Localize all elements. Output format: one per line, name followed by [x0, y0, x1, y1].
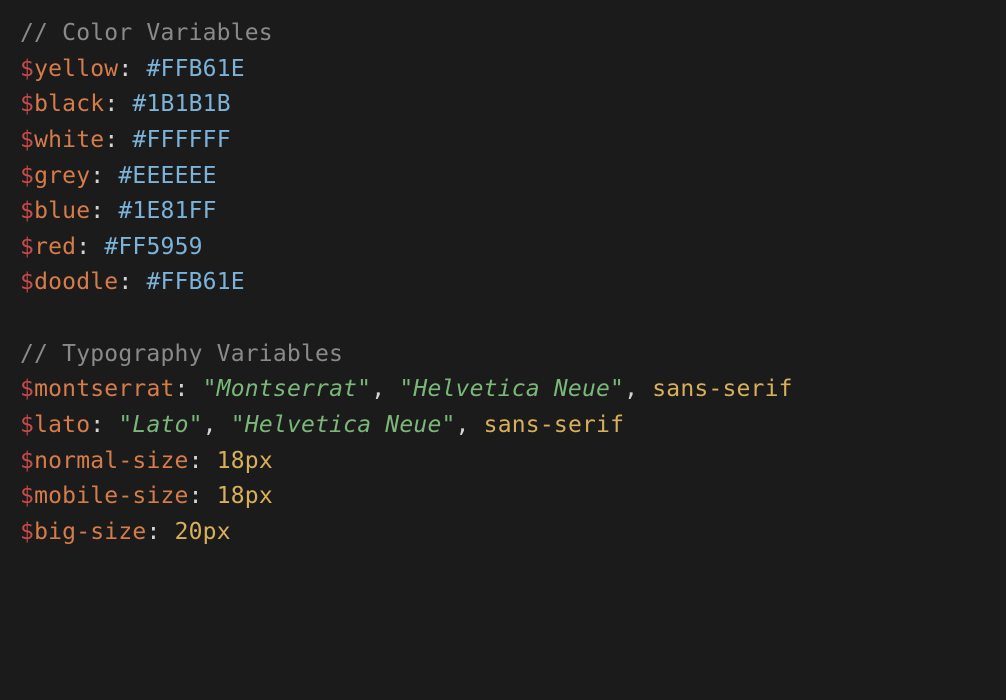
code-block: // Color Variables$yellow: #FFB61E$black… — [20, 16, 986, 551]
code-line: $red: #FF5959 — [20, 230, 986, 266]
code-line: $black: #1B1B1B — [20, 87, 986, 123]
variable-name: grey — [34, 163, 90, 189]
dollar-sign: $ — [20, 376, 34, 402]
colon: : — [118, 269, 146, 295]
code-line: $blue: #1E81FF — [20, 194, 986, 230]
code-line: $normal-size: 18px — [20, 444, 986, 480]
code-line: $montserrat: "Montserrat", "Helvetica Ne… — [20, 372, 986, 408]
colon: : — [90, 163, 118, 189]
code-line: $yellow: #FFB61E — [20, 52, 986, 88]
dollar-sign: $ — [20, 519, 34, 545]
variable-name: white — [34, 127, 104, 153]
hex-color-value: #EEEEEE — [118, 163, 216, 189]
colon: : — [90, 412, 118, 438]
pixel-value: 18px — [217, 448, 273, 474]
font-string: "Helvetica Neue" — [399, 376, 624, 402]
code-line: $grey: #EEEEEE — [20, 159, 986, 195]
colon: : — [104, 91, 132, 117]
code-line: $mobile-size: 18px — [20, 479, 986, 515]
variable-name: blue — [34, 198, 90, 224]
variable-name: normal-size — [34, 448, 189, 474]
font-generic: sans-serif — [484, 412, 624, 438]
comma: , — [371, 376, 399, 402]
colon: : — [90, 198, 118, 224]
hex-color-value: #FFB61E — [146, 269, 244, 295]
dollar-sign: $ — [20, 56, 34, 82]
variable-name: big-size — [34, 519, 146, 545]
dollar-sign: $ — [20, 91, 34, 117]
comment-text: // Color Variables — [20, 20, 273, 46]
font-string: "Montserrat" — [203, 376, 372, 402]
colon: : — [76, 234, 104, 260]
dollar-sign: $ — [20, 269, 34, 295]
hex-color-value: #FF5959 — [104, 234, 202, 260]
dollar-sign: $ — [20, 127, 34, 153]
comma: , — [203, 412, 231, 438]
pixel-value: 20px — [175, 519, 231, 545]
font-string: "Helvetica Neue" — [231, 412, 456, 438]
comma: , — [624, 376, 652, 402]
colon: : — [189, 483, 217, 509]
hex-color-value: #1E81FF — [118, 198, 216, 224]
colon: : — [175, 376, 203, 402]
dollar-sign: $ — [20, 163, 34, 189]
hex-color-value: #1B1B1B — [132, 91, 230, 117]
code-line: $big-size: 20px — [20, 515, 986, 551]
colon: : — [118, 56, 146, 82]
code-line: $doodle: #FFB61E — [20, 265, 986, 301]
code-line — [20, 301, 986, 337]
dollar-sign: $ — [20, 483, 34, 509]
code-line: $lato: "Lato", "Helvetica Neue", sans-se… — [20, 408, 986, 444]
dollar-sign: $ — [20, 412, 34, 438]
code-line: // Color Variables — [20, 16, 986, 52]
comma: , — [456, 412, 484, 438]
dollar-sign: $ — [20, 448, 34, 474]
colon: : — [146, 519, 174, 545]
variable-name: montserrat — [34, 376, 174, 402]
pixel-value: 18px — [217, 483, 273, 509]
variable-name: red — [34, 234, 76, 260]
variable-name: mobile-size — [34, 483, 189, 509]
colon: : — [189, 448, 217, 474]
dollar-sign: $ — [20, 198, 34, 224]
comment-text: // Typography Variables — [20, 341, 343, 367]
colon: : — [104, 127, 132, 153]
variable-name: doodle — [34, 269, 118, 295]
hex-color-value: #FFFFFF — [132, 127, 230, 153]
dollar-sign: $ — [20, 234, 34, 260]
hex-color-value: #FFB61E — [146, 56, 244, 82]
font-generic: sans-serif — [652, 376, 792, 402]
variable-name: black — [34, 91, 104, 117]
variable-name: yellow — [34, 56, 118, 82]
code-line: // Typography Variables — [20, 337, 986, 373]
font-string: "Lato" — [118, 412, 202, 438]
code-line: $white: #FFFFFF — [20, 123, 986, 159]
variable-name: lato — [34, 412, 90, 438]
